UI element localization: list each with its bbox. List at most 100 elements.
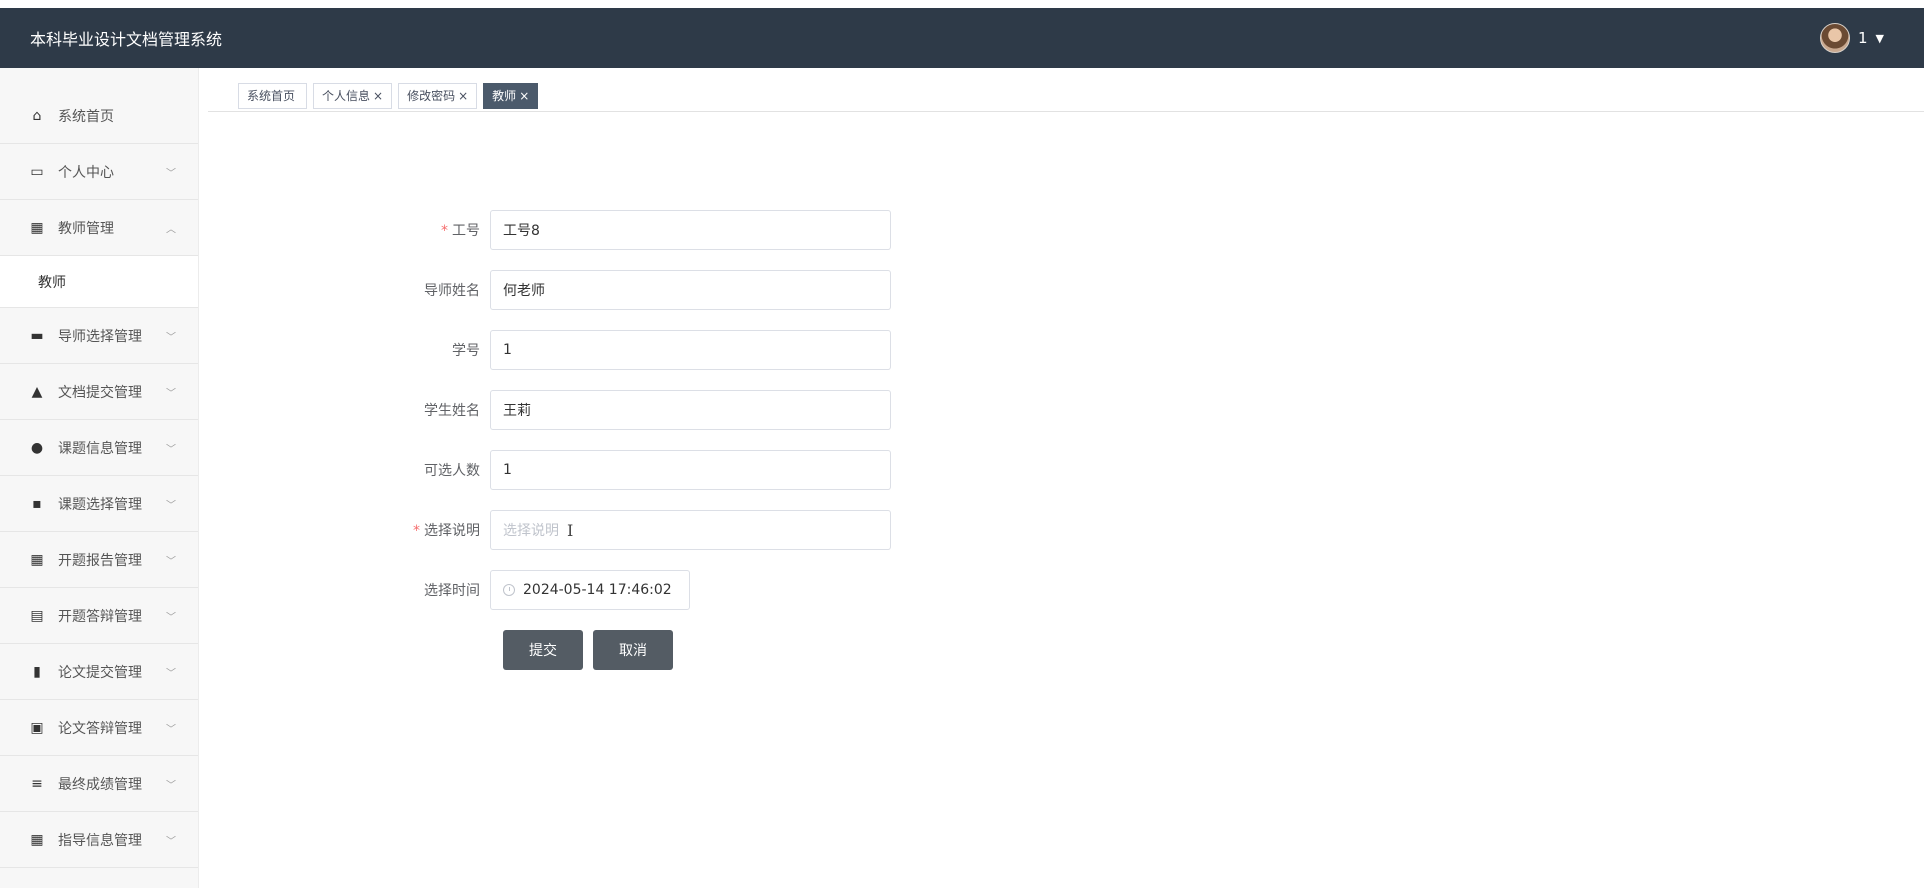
close-icon[interactable]: × (458, 89, 468, 103)
sidebar: ⌂ 系统首页 ▭ 个人中心 ﹀ ▦ 教师管理 ︿ 教师 ▬ 导师选择管理 ﹀ ▲… (0, 68, 199, 888)
sidebar-item-document-submission[interactable]: ▲ 文档提交管理 ﹀ (0, 364, 198, 420)
top-header: 本科毕业设计文档管理系统 1 ▼ (0, 8, 1924, 68)
field-label-text: 工号 (452, 223, 480, 239)
chevron-down-icon: ﹀ (166, 332, 176, 343)
sidebar-item-label: 系统首页 (58, 108, 114, 125)
field-label-text: 学生姓名 (424, 403, 480, 419)
chevron-down-icon: ﹀ (166, 388, 176, 399)
form-row: * 选择说明 选择说明 I (400, 510, 891, 550)
sidebar-item-advisor-selection[interactable]: ▬ 导师选择管理 ﹀ (0, 308, 198, 364)
tab-change-password[interactable]: 修改密码 × (398, 82, 478, 109)
cancel-button[interactable]: 取消 (593, 630, 673, 670)
field-label: 学生姓名 (400, 400, 490, 420)
employee-id-field[interactable]: 工号8 (490, 210, 891, 250)
clipboard-icon: ▤ (30, 607, 44, 624)
sidebar-item-guidance-info[interactable]: ▦ 指导信息管理 ﹀ (0, 812, 198, 868)
bar-chart-icon: ▮ (33, 663, 41, 680)
chevron-down-icon: ﹀ (166, 780, 176, 791)
chevron-down-icon: ﹀ (166, 668, 176, 679)
sidebar-item-label: 教师管理 (58, 220, 114, 237)
sidebar-item-personal-center[interactable]: ▭ 个人中心 ﹀ (0, 144, 198, 200)
selection-time-picker[interactable]: 2024-05-14 17:46:02 (490, 570, 690, 610)
chevron-down-icon: ﹀ (166, 444, 176, 455)
form-row: 学号 1 (400, 330, 891, 370)
student-name-field[interactable]: 王莉 (490, 390, 891, 430)
tab-teacher[interactable]: 教师 × (483, 82, 539, 109)
field-label: * 工号 (400, 220, 490, 240)
tab-label: 教师 (492, 89, 517, 103)
top-strip (0, 0, 1924, 8)
field-label-text: 学号 (452, 343, 480, 359)
sidebar-item-label: 文档提交管理 (58, 384, 142, 401)
field-label: * 选择说明 (400, 520, 490, 540)
avatar[interactable] (1819, 23, 1850, 53)
clock-icon (503, 584, 515, 596)
sidebar-item-teacher-management[interactable]: ▦ 教师管理 ︿ (0, 200, 198, 256)
submit-button[interactable]: 提交 (503, 630, 583, 670)
field-label: 选择时间 (400, 580, 490, 600)
list-icon: ≡ (31, 775, 43, 792)
sidebar-item-thesis-submission[interactable]: ▮ 论文提交管理 ﹀ (0, 644, 198, 700)
field-label-text: 选择时间 (424, 583, 480, 599)
required-mark: * (413, 523, 420, 539)
chevron-down-icon: ﹀ (166, 724, 176, 735)
field-label-text: 选择说明 (424, 523, 480, 539)
tab-personal-info[interactable]: 个人信息 × (313, 82, 393, 109)
field-label: 导师姓名 (400, 280, 490, 300)
profile-card-icon: ▭ (30, 163, 44, 180)
selectable-count-field[interactable]: 1 (490, 450, 891, 490)
sidebar-item-label: 开题报告管理 (58, 552, 142, 569)
sidebar-item-topic-info[interactable]: ● 课题信息管理 ﹀ (0, 420, 198, 476)
briefcase-icon: ▬ (30, 327, 44, 344)
user-menu[interactable]: 1 ▼ (1819, 23, 1894, 53)
sidebar-item-topic-selection[interactable]: ▪ 课题选择管理 ﹀ (0, 476, 198, 532)
sidebar-item-label: 个人中心 (58, 164, 114, 181)
form-actions: 提交 取消 (503, 630, 891, 670)
sidebar-item-label: 课题信息管理 (58, 440, 142, 457)
tab-label: 修改密码 (407, 89, 456, 103)
grid-icon: ▦ (30, 831, 44, 848)
sidebar-item-home[interactable]: ⌂ 系统首页 (0, 88, 198, 144)
tabs-bar: 系统首页 个人信息 × 修改密码 × 教师 × (208, 80, 1924, 112)
chevron-down-icon: ﹀ (166, 168, 176, 179)
thumbs-up-icon: ▲ (31, 383, 43, 400)
text-cursor-icon: I (567, 520, 574, 540)
advisor-name-field[interactable]: 何老师 (490, 270, 891, 310)
chevron-down-icon: ﹀ (166, 556, 176, 567)
sidebar-item-final-grade[interactable]: ≡ 最终成绩管理 ﹀ (0, 756, 198, 812)
home-icon: ⌂ (32, 107, 42, 124)
sidebar-item-label: 指导信息管理 (58, 832, 142, 849)
computer-icon: ▪ (32, 495, 42, 512)
field-label: 可选人数 (400, 460, 490, 480)
selection-note-field[interactable]: 选择说明 I (490, 510, 891, 550)
close-icon[interactable]: × (373, 89, 383, 103)
user-icon: ● (30, 439, 44, 456)
submenu-item-teacher[interactable]: 教师 (0, 256, 198, 308)
username: 1 (1857, 29, 1868, 47)
sidebar-item-label: 论文提交管理 (58, 664, 142, 681)
placeholder-text: 选择说明 (503, 523, 559, 539)
tab-label: 系统首页 (247, 89, 296, 103)
student-id-field[interactable]: 1 (490, 330, 891, 370)
form-row: 选择时间 2024-05-14 17:46:02 (400, 570, 891, 610)
chevron-up-icon: ︿ (166, 224, 176, 235)
sidebar-item-label: 最终成绩管理 (58, 776, 142, 793)
sidebar-item-label: 论文答辩管理 (58, 720, 142, 737)
sidebar-item-thesis-defense[interactable]: ▣ 论文答辩管理 ﹀ (0, 700, 198, 756)
sidebar-item-proposal-defense[interactable]: ▤ 开题答辩管理 ﹀ (0, 588, 198, 644)
app-title: 本科毕业设计文档管理系统 (30, 30, 223, 49)
form-row: 学生姓名 王莉 (400, 390, 891, 430)
field-label-text: 可选人数 (424, 463, 480, 479)
form-row: 可选人数 1 (400, 450, 891, 490)
field-label-text: 导师姓名 (424, 283, 480, 299)
chevron-down-icon: ﹀ (166, 836, 176, 847)
sidebar-item-label: 开题答辩管理 (58, 608, 142, 625)
form-row: * 工号 工号8 (400, 210, 891, 250)
chevron-down-icon: ﹀ (166, 500, 176, 511)
teacher-form: * 工号 工号8 导师姓名 何老师 学号 1 学生姓名 王莉 可选人数 1 * 选择… (400, 210, 891, 670)
tab-home[interactable]: 系统首页 (238, 82, 308, 109)
sidebar-item-proposal-report[interactable]: ▦ 开题报告管理 ﹀ (0, 532, 198, 588)
clipboard-x-icon: ▣ (30, 719, 44, 736)
required-mark: * (441, 223, 448, 239)
close-icon[interactable]: × (519, 89, 529, 103)
